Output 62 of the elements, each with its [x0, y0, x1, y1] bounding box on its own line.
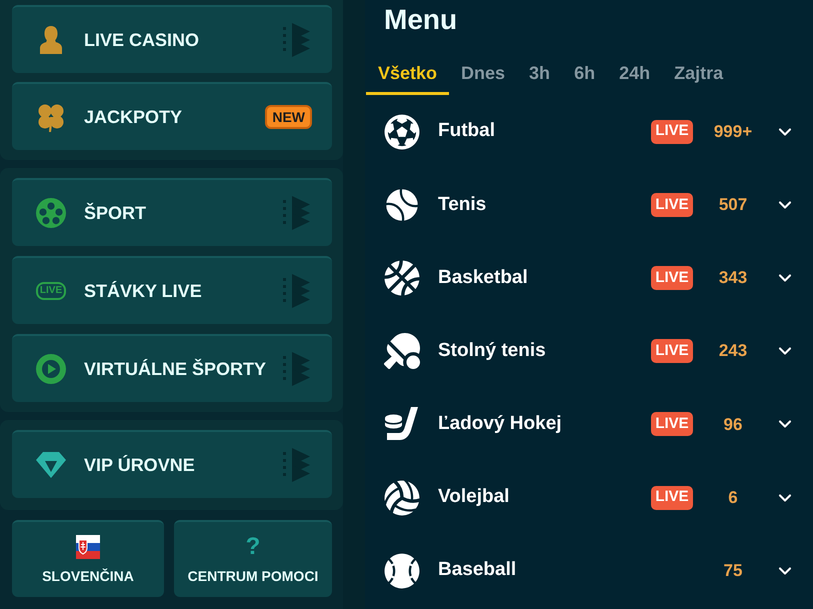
live-tag: LIVE: [36, 282, 66, 300]
sidebar-menu-button[interactable]: VIP ÚROVNE: [12, 430, 332, 498]
sport-name[interactable]: Tenis: [438, 190, 651, 220]
triangle-arrows-icon: [283, 274, 310, 308]
sport-name[interactable]: Ľadový Hokej: [438, 410, 651, 439]
sidebar-menu-label: JACKPOTY: [84, 106, 184, 128]
live-badge: LIVE: [651, 339, 693, 364]
hockey-stick-puck-icon: [384, 406, 420, 442]
sidebar-menu-label: LIVE CASINO: [84, 28, 200, 52]
live-badge: LIVE: [651, 486, 693, 510]
sport-name[interactable]: Stolný tenis: [438, 336, 651, 366]
reel-icon: [36, 198, 66, 228]
footer-button-label: CENTRUM POMOCI: [188, 566, 318, 584]
live-badge: LIVE: [651, 412, 693, 436]
triangle-arrows-icon: [283, 448, 310, 482]
baseball-icon: [384, 552, 420, 589]
new-badge: NEW: [265, 105, 312, 129]
sidebar-menu-label: STÁVKY LIVE: [84, 280, 203, 302]
live-badge: LIVE: [651, 192, 693, 217]
sidebar-menu-button[interactable]: JACKPOTY NEW: [12, 82, 332, 150]
basketball-icon: [384, 260, 420, 296]
triangle-arrows-icon: [283, 196, 310, 230]
triangle-arrows-icon: [283, 352, 310, 386]
sport-name[interactable]: Basketbal: [438, 264, 651, 292]
event-count: 343: [718, 267, 748, 290]
sport-name[interactable]: Futbal: [438, 117, 651, 146]
event-count: 243: [718, 340, 748, 362]
triangle-arrows-icon: [283, 23, 310, 57]
event-count: 507: [718, 194, 748, 216]
diamond-icon: [36, 452, 66, 478]
sport-name[interactable]: Volejbal: [438, 483, 651, 512]
sidebar-menu-button[interactable]: LIVE CASINO: [12, 5, 332, 73]
event-count: 75: [724, 560, 742, 582]
footer-button-label: SLOVENČINA: [42, 566, 134, 584]
language-button[interactable]: SLOVENČINA: [12, 520, 164, 597]
time-filter-tab[interactable]: Všetko: [366, 50, 450, 95]
event-count: 96: [724, 414, 742, 436]
sidebar-menu-button[interactable]: ŠPORT: [12, 178, 332, 246]
sidebar-menu-label: VIP ÚROVNE: [84, 454, 196, 476]
slovak-flag-icon: [76, 534, 100, 558]
time-filter-tab[interactable]: 6h: [562, 50, 608, 95]
tennis-ball-icon: [384, 186, 420, 223]
time-filter-tab[interactable]: Zajtra: [662, 50, 736, 95]
event-count: 999+: [714, 120, 752, 143]
question-mark-icon: ?: [246, 534, 260, 558]
sidebar-menu-label: ŠPORT: [84, 202, 148, 224]
woman-silhouette-icon: [39, 26, 63, 54]
sport-name[interactable]: Baseball: [438, 556, 651, 585]
event-count: 6: [728, 486, 738, 509]
live-badge: LIVE: [651, 266, 693, 290]
time-filter-tab[interactable]: Dnes: [449, 50, 518, 95]
help-center-button[interactable]: ? CENTRUM POMOCI: [174, 520, 332, 597]
volleyball-icon: [384, 480, 420, 516]
time-filter-tab[interactable]: 24h: [607, 50, 662, 95]
sidebar-menu-button[interactable]: LIVE STÁVKY LIVE: [12, 256, 332, 324]
sidebar-menu-label: VIRTUÁLNE ŠPORTY: [84, 358, 268, 380]
menu-title: Menu: [383, 3, 458, 37]
clover-icon: [36, 102, 66, 132]
live-badge: LIVE: [651, 120, 693, 144]
time-filter-tab[interactable]: 3h: [517, 50, 562, 95]
sidebar-menu-button[interactable]: VIRTUÁLNE ŠPORTY: [12, 334, 332, 402]
table-tennis-paddle-icon: [384, 333, 420, 370]
